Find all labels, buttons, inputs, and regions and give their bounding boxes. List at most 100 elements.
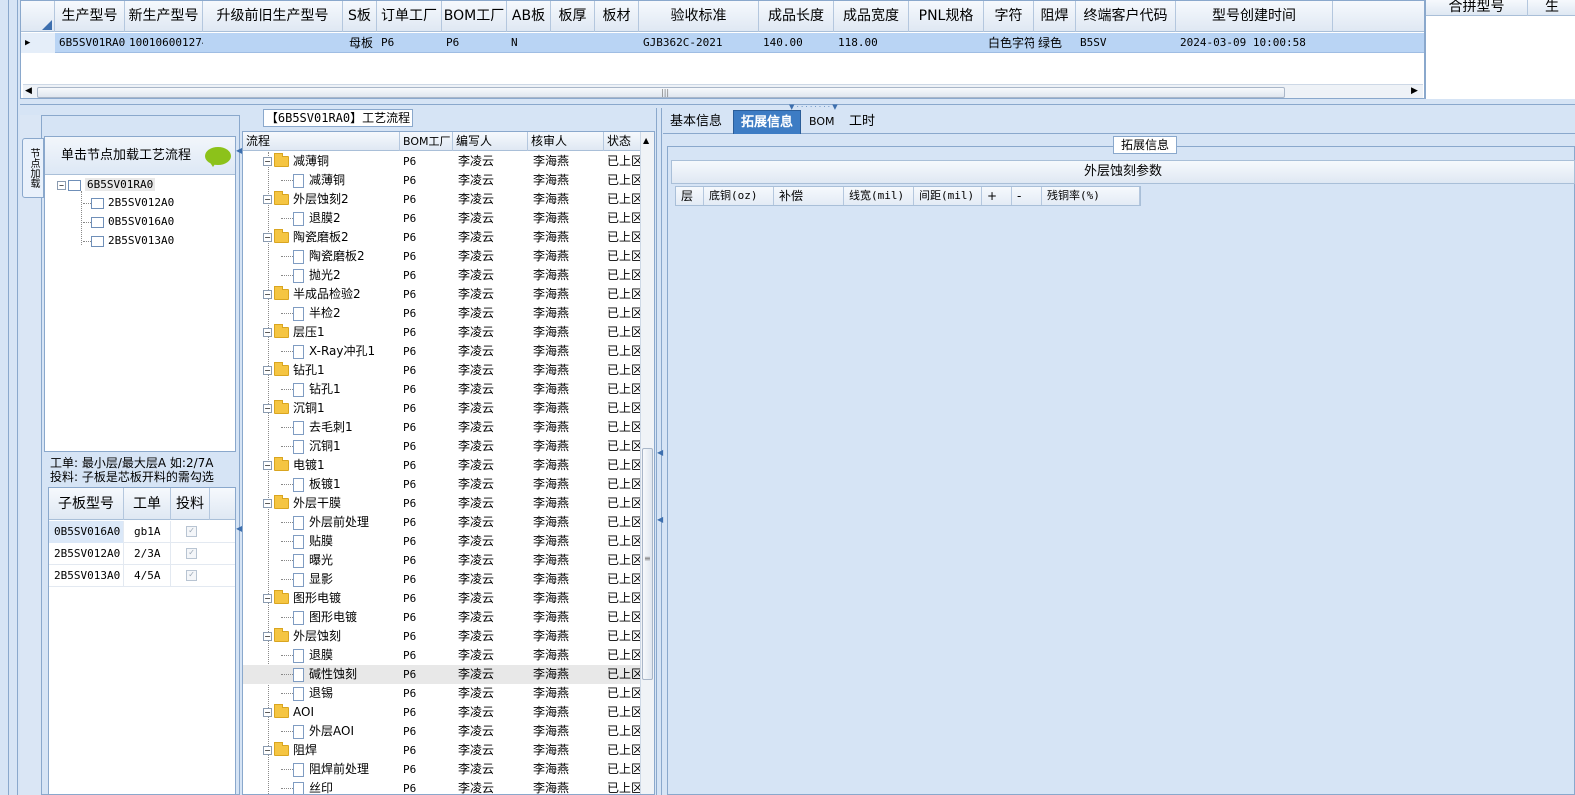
flow-name-cell[interactable]: − 陶瓷磨板2 xyxy=(263,228,400,247)
flow-status-cell[interactable]: 已上区 xyxy=(607,589,641,608)
flow-row[interactable]: − 沉铜1 P6 李凌云 李海燕 已上区 xyxy=(243,399,641,418)
flow-row[interactable]: − 陶瓷磨板2 P6 李凌云 李海燕 已上区 xyxy=(243,228,641,247)
scroll-left-icon[interactable]: ◀ xyxy=(25,86,32,96)
col-feed[interactable]: 投料 xyxy=(171,488,210,520)
tab-basic-info[interactable]: 基本信息 xyxy=(663,110,729,134)
collapse-icon[interactable]: − xyxy=(263,366,272,375)
main-grid-col-header[interactable]: 生产型号 xyxy=(55,1,125,32)
main-grid-cell[interactable] xyxy=(551,33,595,53)
collapse-icon[interactable]: − xyxy=(263,195,272,204)
flow-bom-cell[interactable]: P6 xyxy=(403,646,453,665)
tab-bom[interactable]: BOM xyxy=(802,110,842,134)
flow-bom-cell[interactable]: P6 xyxy=(403,361,453,380)
col-sub-model[interactable]: 子板型号 xyxy=(49,488,124,520)
flow-reviewer-cell[interactable]: 李海燕 xyxy=(533,247,603,266)
flow-writer-cell[interactable]: 李凌云 xyxy=(458,646,528,665)
flow-status-cell[interactable]: 已上区 xyxy=(607,456,641,475)
flow-reviewer-cell[interactable]: 李海燕 xyxy=(533,513,603,532)
flow-bom-cell[interactable]: P6 xyxy=(403,228,453,247)
collapse-icon[interactable]: − xyxy=(263,290,272,299)
col-base-copper[interactable]: 底铜(oz) xyxy=(704,187,774,205)
flow-row[interactable]: 去毛刺1 P6 李凌云 李海燕 已上区 xyxy=(243,418,641,437)
flow-name-cell[interactable]: − 层压1 xyxy=(263,323,400,342)
flow-reviewer-cell[interactable]: 李海燕 xyxy=(533,665,603,684)
flow-reviewer-cell[interactable]: 李海燕 xyxy=(533,399,603,418)
flow-name-cell[interactable]: 图形电镀 xyxy=(281,608,400,627)
flow-reviewer-cell[interactable]: 李海燕 xyxy=(533,228,603,247)
flow-status-cell[interactable]: 已上区 xyxy=(607,475,641,494)
flow-writer-cell[interactable]: 李凌云 xyxy=(458,494,528,513)
flow-row[interactable]: − 外层蚀刻2 P6 李凌云 李海燕 已上区 xyxy=(243,190,641,209)
flow-name-cell[interactable]: 丝印 xyxy=(281,779,400,794)
collapse-icon[interactable]: − xyxy=(263,233,272,242)
flow-row[interactable]: − 图形电镀 P6 李凌云 李海燕 已上区 xyxy=(243,589,641,608)
flow-reviewer-cell[interactable]: 李海燕 xyxy=(533,456,603,475)
flow-writer-cell[interactable]: 李凌云 xyxy=(458,570,528,589)
col-reviewer[interactable]: 核审人 xyxy=(528,132,604,151)
col-writer[interactable]: 编写人 xyxy=(453,132,528,151)
flow-reviewer-cell[interactable]: 李海燕 xyxy=(533,722,603,741)
flow-bom-cell[interactable]: P6 xyxy=(403,722,453,741)
sub-grid-row[interactable]: 0B5SV016A0 gb1A ✓ xyxy=(49,521,235,543)
order-cell[interactable]: 4/5A xyxy=(124,565,171,587)
col-bom-factory[interactable]: BOM工厂 xyxy=(400,132,453,151)
tab-work-hours[interactable]: 工时 xyxy=(842,110,882,134)
main-grid-col-header[interactable]: 成品长度 xyxy=(759,1,834,32)
main-grid-col-header[interactable]: 成品宽度 xyxy=(834,1,909,32)
flow-status-cell[interactable]: 已上区 xyxy=(607,437,641,456)
flow-row[interactable]: 显影 P6 李凌云 李海燕 已上区 xyxy=(243,570,641,589)
flow-bom-cell[interactable]: P6 xyxy=(403,323,453,342)
flow-name-cell[interactable]: − 外层干膜 xyxy=(263,494,400,513)
scroll-right-icon[interactable]: ▶ xyxy=(1411,86,1418,96)
flow-reviewer-cell[interactable]: 李海燕 xyxy=(533,418,603,437)
flow-bom-cell[interactable]: P6 xyxy=(403,703,453,722)
flow-bom-cell[interactable]: P6 xyxy=(403,551,453,570)
col-layer[interactable]: 层 xyxy=(676,187,704,205)
flow-bom-cell[interactable]: P6 xyxy=(403,513,453,532)
flow-reviewer-cell[interactable]: 李海燕 xyxy=(533,779,603,794)
flow-writer-cell[interactable]: 李凌云 xyxy=(458,532,528,551)
flow-bom-cell[interactable]: P6 xyxy=(403,437,453,456)
main-grid-cell[interactable] xyxy=(203,33,343,53)
flow-name-cell[interactable]: − 图形电镀 xyxy=(263,589,400,608)
sub-grid-row[interactable]: 2B5SV013A0 4/5A ✓ xyxy=(49,565,235,587)
flow-reviewer-cell[interactable]: 李海燕 xyxy=(533,570,603,589)
flow-row[interactable]: − 层压1 P6 李凌云 李海燕 已上区 xyxy=(243,323,641,342)
col-spacing[interactable]: 间距(mil) xyxy=(914,187,982,205)
flow-name-cell[interactable]: 陶瓷磨板2 xyxy=(281,247,400,266)
flow-status-cell[interactable]: 已上区 xyxy=(607,494,641,513)
flow-status-cell[interactable]: 已上区 xyxy=(607,209,641,228)
flow-row[interactable]: 板镀1 P6 李凌云 李海燕 已上区 xyxy=(243,475,641,494)
flow-reviewer-cell[interactable]: 李海燕 xyxy=(533,152,603,171)
flow-bom-cell[interactable]: P6 xyxy=(403,684,453,703)
main-grid-cell[interactable]: B5SV xyxy=(1076,33,1176,53)
flow-reviewer-cell[interactable]: 李海燕 xyxy=(533,266,603,285)
flow-writer-cell[interactable]: 李凌云 xyxy=(458,437,528,456)
feed-checkbox[interactable]: ✓ xyxy=(186,526,197,537)
main-grid-cell[interactable]: 10010600127412 xyxy=(125,33,203,53)
order-cell[interactable]: 2/3A xyxy=(124,543,171,565)
splitter-arrow-icon[interactable]: ◀ xyxy=(657,515,663,524)
col-residual-copper[interactable]: 残铜率(%) xyxy=(1042,187,1140,205)
flow-row[interactable]: − AOI P6 李凌云 李海燕 已上区 xyxy=(243,703,641,722)
flow-writer-cell[interactable]: 李凌云 xyxy=(458,304,528,323)
flow-status-cell[interactable]: 已上区 xyxy=(607,722,641,741)
splitter-arrow-icon[interactable]: ◀ xyxy=(657,448,663,457)
main-grid-cell[interactable] xyxy=(909,33,984,53)
flow-name-cell[interactable]: X-Ray冲孔1 xyxy=(281,342,400,361)
flow-bom-cell[interactable]: P6 xyxy=(403,475,453,494)
flow-reviewer-cell[interactable]: 李海燕 xyxy=(533,190,603,209)
flow-row[interactable]: 减薄铜 P6 李凌云 李海燕 已上区 xyxy=(243,171,641,190)
collapse-icon[interactable]: − xyxy=(263,157,272,166)
col-minus[interactable]: - xyxy=(1012,187,1042,205)
main-grid-cell[interactable]: 118.00 xyxy=(834,33,909,53)
flow-name-cell[interactable]: − 沉铜1 xyxy=(263,399,400,418)
flow-name-cell[interactable]: − 半成品检验2 xyxy=(263,285,400,304)
flow-bom-cell[interactable]: P6 xyxy=(403,285,453,304)
flow-row[interactable]: 图形电镀 P6 李凌云 李海燕 已上区 xyxy=(243,608,641,627)
main-grid-cell[interactable]: P6 xyxy=(442,33,507,53)
feed-checkbox[interactable]: ✓ xyxy=(186,548,197,559)
main-grid-cell[interactable]: N xyxy=(507,33,551,53)
flow-reviewer-cell[interactable]: 李海燕 xyxy=(533,589,603,608)
flow-status-cell[interactable]: 已上区 xyxy=(607,684,641,703)
